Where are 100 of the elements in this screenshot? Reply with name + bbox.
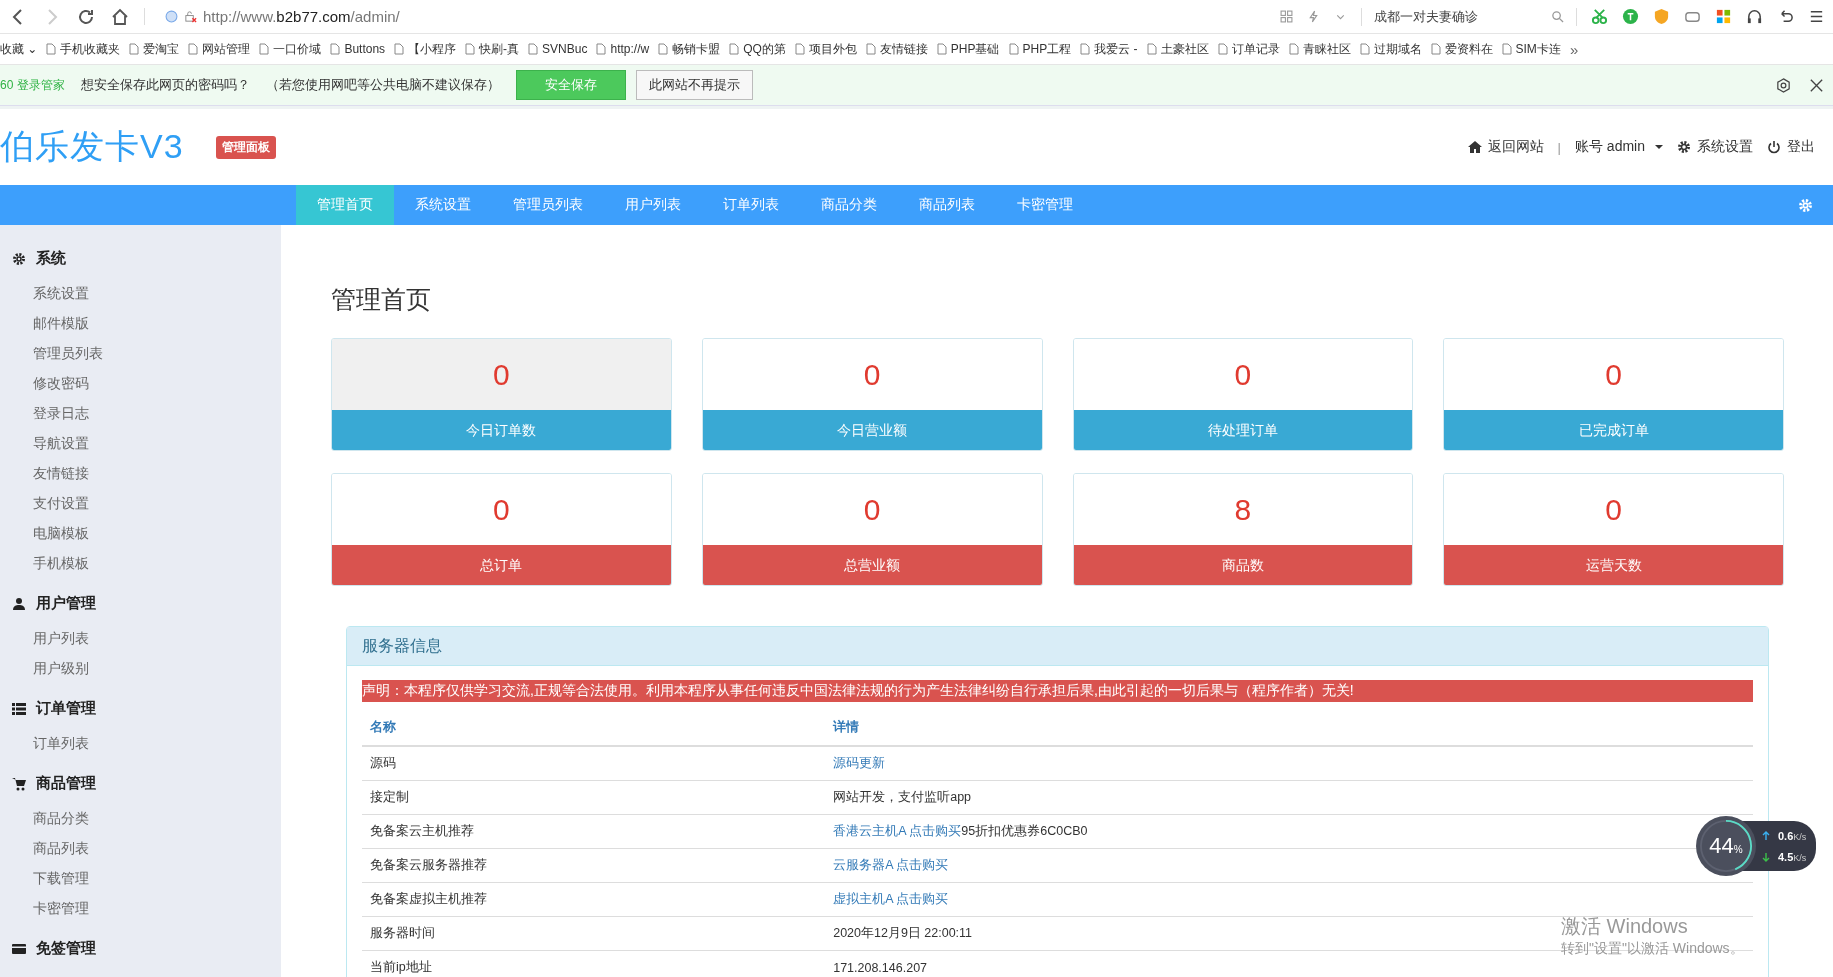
bookmark[interactable]: PHP基础 <box>936 40 1000 58</box>
link[interactable]: 源码更新 <box>833 756 886 770</box>
sidebar-item[interactable]: 手机模板 <box>0 548 281 578</box>
page-icon <box>936 43 947 55</box>
sidebar-item[interactable]: 管理员列表 <box>0 338 281 368</box>
stat-label: 今日订单数 <box>332 410 671 450</box>
bookmark[interactable]: 爱资料在 <box>1430 40 1493 58</box>
stat-label: 已完成订单 <box>1444 410 1783 450</box>
disclaimer-notice: 声明：本程序仅供学习交流,正规等合法使用。利用本程序从事任何违反中国法律法规的行为产生法律纠纷自行承担后果,由此引起的一切后果与（程序作者）无关! <box>362 680 1753 702</box>
headphones-icon[interactable] <box>1746 8 1763 25</box>
page-icon <box>259 43 270 55</box>
sidebar-item[interactable]: 邮件模版 <box>0 308 281 338</box>
sidebar-heading-text: 商品管理 <box>36 774 96 793</box>
page-icon <box>596 43 607 55</box>
scissors-icon[interactable] <box>1591 8 1608 25</box>
bookmark[interactable]: 【小程序 <box>394 40 457 58</box>
bookmark[interactable]: http://w <box>596 42 650 56</box>
page-icon <box>1430 43 1441 55</box>
link[interactable]: 虚拟主机A 点击购买 <box>833 892 949 906</box>
url-field[interactable]: http://www.b2b77.com/admin/ <box>203 8 400 25</box>
sidebar-item[interactable]: 登录日志 <box>0 398 281 428</box>
bookmark[interactable]: 快刷-真 <box>465 40 520 58</box>
sidebar-item[interactable]: 卡密管理 <box>0 893 281 923</box>
stat-label: 今日营业额 <box>702 410 1042 450</box>
bookmark[interactable]: 项目外包 <box>794 40 857 58</box>
sidebar-item[interactable]: 友情链接 <box>0 458 281 488</box>
bookmark[interactable]: 网站管理 <box>188 40 251 58</box>
tiles-icon[interactable] <box>1715 8 1732 25</box>
link[interactable]: 云服务器A 点击购买 <box>833 858 949 872</box>
sidebar-heading-text: 系统 <box>36 249 66 268</box>
stat-label: 总订单 <box>332 545 671 585</box>
bookmark[interactable]: 土豪社区 <box>1146 40 1209 58</box>
upload-arrow-icon <box>1762 830 1770 841</box>
sidebar-item[interactable]: 订单列表 <box>0 728 281 758</box>
sidebar-item[interactable]: 导航设置 <box>0 428 281 458</box>
sidebar-item[interactable]: 用户级别 <box>0 653 281 683</box>
bookmark[interactable]: 一口价域 <box>259 40 322 58</box>
table-cell: 当前ip地址 <box>362 950 826 977</box>
bookmark[interactable]: SIM卡连 <box>1501 40 1561 58</box>
sidebar-heading-text: 订单管理 <box>36 699 96 718</box>
table-cell: 服务器时间 <box>362 916 826 951</box>
bookmark[interactable]: SVNBuc <box>528 42 588 56</box>
page-icon <box>465 43 476 55</box>
bookmark[interactable]: 我爱云 - <box>1080 40 1138 58</box>
bookmark[interactable]: 青睐社区 <box>1288 40 1351 58</box>
column-header: 详情 <box>825 710 1753 746</box>
table-cell: 免备案云服务器推荐 <box>362 848 826 883</box>
prompt-text: 想安全保存此网页的密码吗？ <box>80 76 250 94</box>
bookmark[interactable]: 手机收藏夹 <box>46 40 121 58</box>
bookmark[interactable]: PHP工程 <box>1008 40 1072 58</box>
bookmark[interactable]: QQ的第 <box>729 40 786 58</box>
sidebar-item[interactable]: 下载管理 <box>0 863 281 893</box>
lightning-icon[interactable] <box>1307 10 1320 23</box>
page-icon <box>528 43 539 55</box>
sidebar-item[interactable]: 修改密码 <box>0 368 281 398</box>
user-icon <box>12 596 26 611</box>
sidebar-item[interactable]: 商品列表 <box>0 833 281 863</box>
settings-icon[interactable] <box>1775 76 1792 94</box>
grid-icon[interactable] <box>1280 10 1293 23</box>
bookmark[interactable]: Buttons <box>330 42 386 56</box>
link[interactable]: 香港云主机A 点击购买 <box>833 824 962 838</box>
bookmark[interactable]: 畅销卡盟 <box>658 40 721 58</box>
bookmark[interactable]: 订单记录 <box>1217 40 1280 58</box>
cart-icon <box>12 776 26 791</box>
never-button[interactable]: 此网站不再提示 <box>635 70 753 100</box>
page-icon <box>729 43 740 55</box>
sidebar-item[interactable]: 电脑模板 <box>0 518 281 548</box>
sidebar-item[interactable]: 系统设置 <box>0 278 281 308</box>
page-icon <box>865 43 876 55</box>
sidebar-item[interactable]: 商品分类 <box>0 803 281 833</box>
settings-icon <box>12 251 26 266</box>
search-icon[interactable] <box>1551 10 1564 23</box>
table-cell: 免备案虚拟主机推荐 <box>362 882 826 917</box>
sidebar-heading-text: 用户管理 <box>36 594 96 613</box>
stat-label: 总营业额 <box>702 545 1042 585</box>
menu-icon[interactable] <box>1808 8 1825 25</box>
account-menu[interactable]: 账号 admin <box>1574 138 1663 156</box>
prompt-note: （若您使用网吧等公共电脑不建议保存） <box>265 76 500 94</box>
download-arrow-icon <box>1762 851 1770 862</box>
caret-icon <box>1655 144 1663 150</box>
bookmark[interactable]: 友情链接 <box>865 40 928 58</box>
bookmark[interactable]: 爱淘宝 <box>129 40 180 58</box>
search-field[interactable]: 成都一对夫妻确诊 <box>1361 7 1577 26</box>
home-icon[interactable] <box>110 6 130 27</box>
page-icon <box>129 43 140 55</box>
sidebar-item[interactable]: 用户列表 <box>0 623 281 653</box>
cell-text: 网站开发，支付监听app <box>833 790 972 804</box>
page-icon <box>188 43 199 55</box>
more-bookmarks-button[interactable]: » <box>1569 40 1585 58</box>
page-icon <box>394 43 405 55</box>
settings-link[interactable]: 系统设置 <box>1677 138 1753 156</box>
home-link[interactable]: 返回网站 <box>1467 138 1544 156</box>
stat-value: 0 <box>332 339 671 410</box>
bookmark[interactable]: 过期域名 <box>1359 40 1422 58</box>
sidebar-item[interactable]: 支付设置 <box>0 488 281 518</box>
bookmark[interactable]: 收藏 ⌄ <box>0 40 38 58</box>
stat-label: 运营天数 <box>1444 545 1783 585</box>
logout-link[interactable]: 登出 <box>1767 138 1815 156</box>
upload-rate: 0.6K/s <box>1778 829 1807 842</box>
page-icon <box>658 43 669 55</box>
